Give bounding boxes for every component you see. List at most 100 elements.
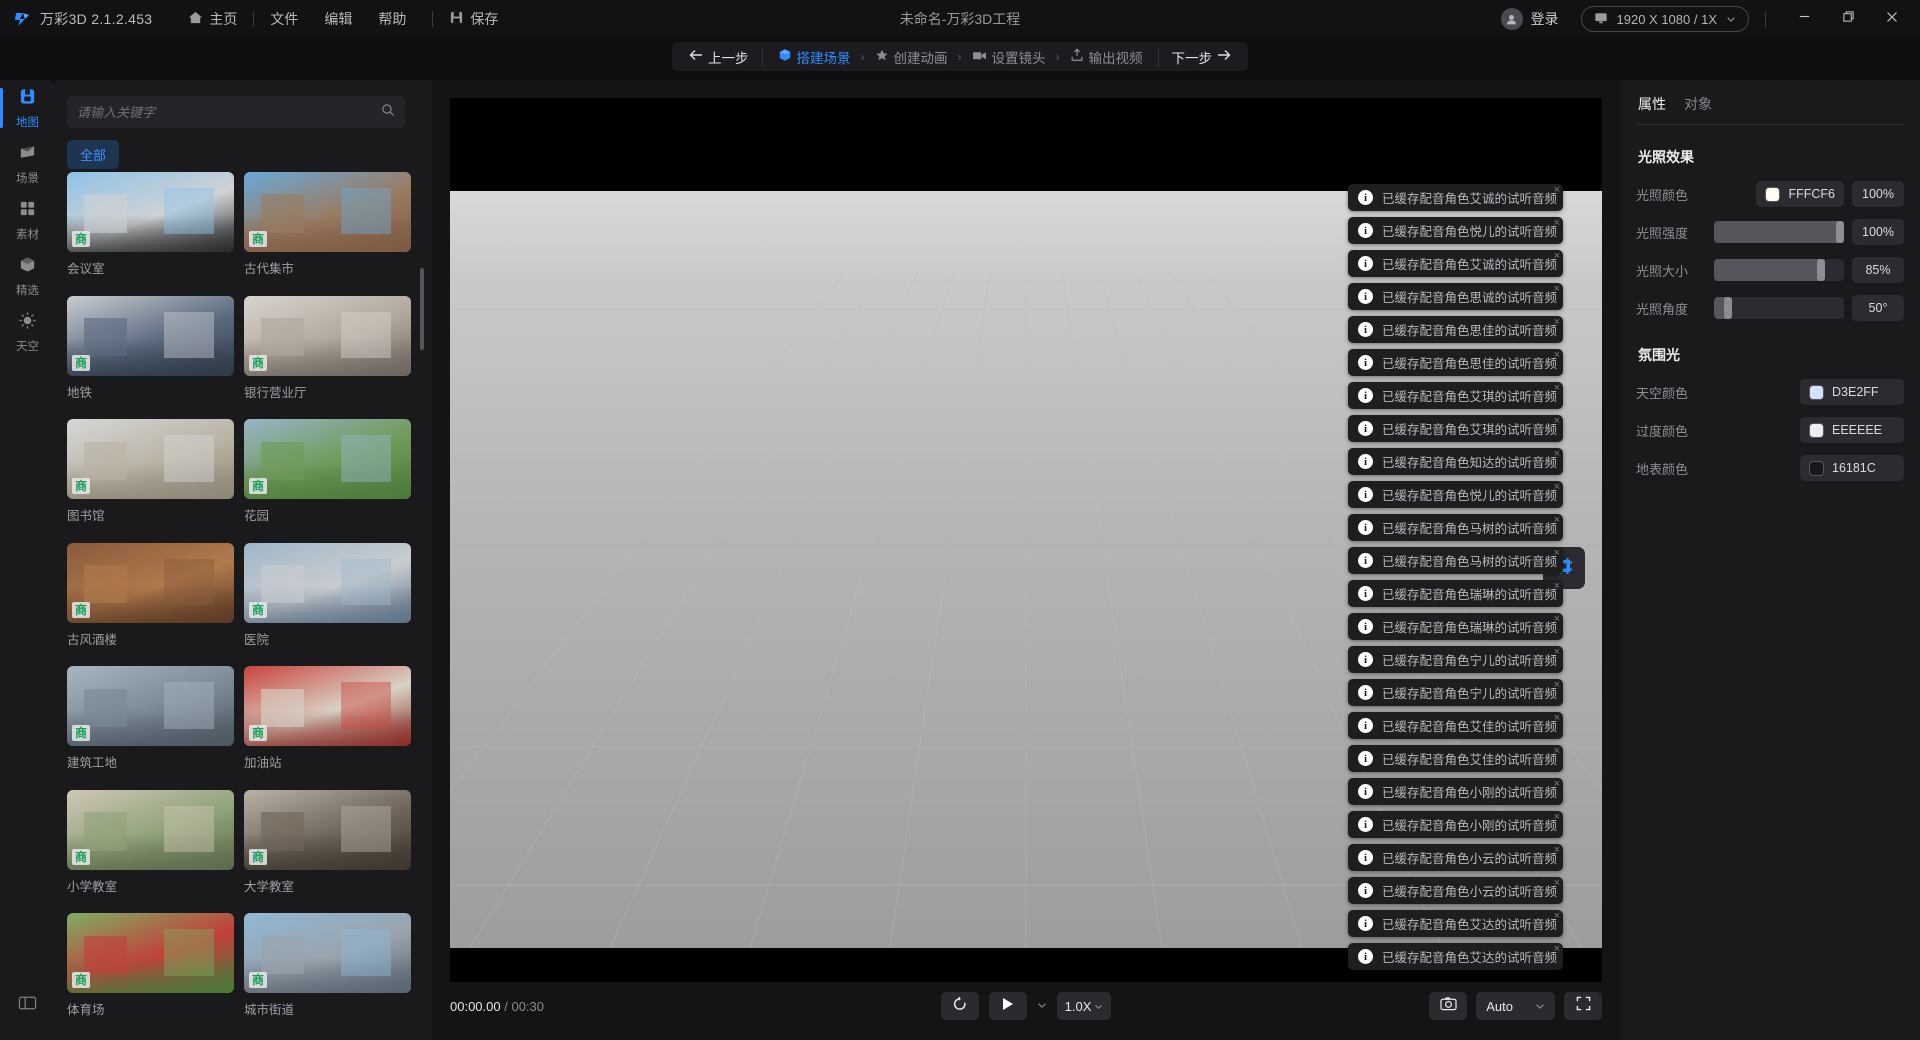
sidebar-item-map[interactable]: 地图 — [0, 80, 55, 136]
asset-tile[interactable]: 商花园 — [244, 419, 411, 534]
toast-close-icon[interactable]: × — [1554, 811, 1560, 823]
menu-file[interactable]: 文件 — [270, 9, 298, 29]
property-value[interactable]: 100% — [1852, 181, 1904, 207]
toast-close-icon[interactable]: × — [1554, 877, 1560, 889]
tab-properties[interactable]: 属性 — [1638, 94, 1666, 124]
property-slider[interactable] — [1714, 259, 1844, 281]
toast-notification[interactable]: i 已缓存配音角色瑞琳的试听音频 × — [1348, 613, 1563, 640]
asset-thumbnail[interactable]: 商 — [244, 789, 411, 870]
screenshot-button[interactable] — [1429, 992, 1468, 1020]
color-picker-field[interactable]: EEEEEE — [1800, 417, 1904, 443]
asset-thumbnail[interactable]: 商 — [67, 542, 234, 623]
color-picker-field[interactable]: FFFCF6 — [1756, 181, 1844, 207]
quality-selector[interactable]: Auto — [1476, 992, 1555, 1020]
toast-notification[interactable]: i 已缓存配音角色小云的试听音频 × — [1348, 844, 1563, 871]
login-button[interactable]: 登录 — [1500, 8, 1559, 30]
filter-chip-all[interactable]: 全部 — [67, 140, 120, 169]
asset-tile[interactable]: 商图书馆 — [67, 419, 234, 534]
toast-close-icon[interactable]: × — [1554, 679, 1560, 691]
home-button[interactable]: 主页 — [188, 9, 237, 29]
asset-thumbnail[interactable]: 商 — [67, 666, 234, 747]
toast-notification[interactable]: i 已缓存配音角色艾琪的试听音频 × — [1348, 382, 1563, 409]
menu-edit[interactable]: 编辑 — [324, 9, 352, 29]
toast-notification[interactable]: i 已缓存配音角色小刚的试听音频 × — [1348, 811, 1563, 838]
property-value[interactable]: 85% — [1852, 257, 1904, 283]
asset-tile[interactable]: 商银行营业厅 — [244, 295, 411, 411]
asset-thumbnail[interactable]: 商 — [244, 542, 411, 623]
resolution-selector[interactable]: 1920 X 1080 / 1X — [1580, 6, 1749, 32]
color-picker-field[interactable]: 16181C — [1800, 455, 1904, 481]
asset-thumbnail[interactable]: 商 — [244, 295, 411, 376]
asset-thumbnail[interactable]: 商 — [244, 913, 411, 994]
slider-knob[interactable] — [1836, 221, 1844, 243]
toast-notification[interactable]: i 已缓存配音角色悦儿的试听音频 × — [1348, 217, 1563, 244]
asset-thumbnail[interactable]: 商 — [67, 295, 234, 376]
asset-thumbnail[interactable]: 商 — [67, 789, 234, 870]
toast-close-icon[interactable]: × — [1554, 382, 1560, 394]
asset-thumbnail[interactable]: 商 — [67, 172, 234, 252]
minimize-button[interactable] — [1782, 0, 1826, 38]
asset-tile[interactable]: 商地铁 — [67, 295, 234, 411]
toast-notification[interactable]: i 已缓存配音角色艾琪的试听音频 × — [1348, 415, 1563, 442]
toast-notification[interactable]: i 已缓存配音角色思诚的试听音频 × — [1348, 283, 1563, 310]
property-value[interactable]: 50° — [1852, 295, 1904, 321]
toast-notification[interactable]: i 已缓存配音角色艾诚的试听音频 × — [1348, 184, 1563, 211]
toast-close-icon[interactable]: × — [1554, 844, 1560, 856]
asset-tile[interactable]: 商小学教室 — [67, 789, 234, 905]
toast-notification[interactable]: i 已缓存配音角色艾诚的试听音频 × — [1348, 250, 1563, 277]
toast-close-icon[interactable]: × — [1554, 316, 1560, 328]
toast-notification[interactable]: i 已缓存配音角色艾佳的试听音频 × — [1348, 745, 1563, 772]
fullscreen-button[interactable] — [1564, 992, 1602, 1020]
toast-notification[interactable]: i 已缓存配音角色瑞琳的试听音频 × — [1348, 580, 1563, 607]
toast-notification[interactable]: i 已缓存配音角色知达的试听音频 × — [1348, 448, 1563, 475]
menu-help[interactable]: 帮助 — [378, 9, 406, 29]
asset-thumbnail[interactable]: 商 — [244, 172, 411, 252]
toast-notification[interactable]: i 已缓存配音角色马树的试听音频 × — [1348, 514, 1563, 541]
toast-notification[interactable]: i 已缓存配音角色小刚的试听音频 × — [1348, 778, 1563, 805]
collapse-panel-button[interactable] — [0, 995, 55, 1016]
toast-notification[interactable]: i 已缓存配音角色思佳的试听音频 × — [1348, 316, 1563, 343]
toast-notification[interactable]: i 已缓存配音角色悦儿的试听音频 × — [1348, 481, 1563, 508]
toast-close-icon[interactable]: × — [1554, 217, 1560, 229]
sidebar-item-featured[interactable]: 精选 — [0, 248, 55, 304]
toast-close-icon[interactable]: × — [1554, 745, 1560, 757]
toast-notification[interactable]: i 已缓存配音角色艾达的试听音频 × — [1348, 943, 1563, 970]
toast-close-icon[interactable]: × — [1554, 448, 1560, 460]
asset-tile[interactable]: 商城市街道 — [244, 913, 411, 1028]
toast-close-icon[interactable]: × — [1554, 547, 1560, 559]
loop-button[interactable] — [940, 992, 979, 1020]
toast-notification[interactable]: i 已缓存配音角色思佳的试听音频 × — [1348, 349, 1563, 376]
slider-knob[interactable] — [1816, 259, 1825, 281]
property-slider[interactable] — [1714, 297, 1844, 319]
search-box[interactable] — [67, 96, 405, 128]
play-options-chevron-down-icon[interactable] — [1037, 997, 1047, 1015]
asset-thumbnail[interactable]: 商 — [244, 666, 411, 747]
search-icon[interactable] — [381, 103, 395, 122]
toast-notification[interactable]: i 已缓存配音角色艾达的试听音频 × — [1348, 910, 1563, 937]
toast-notification[interactable]: i 已缓存配音角色宁儿的试听音频 × — [1348, 646, 1563, 673]
toast-close-icon[interactable]: × — [1554, 514, 1560, 526]
asset-scrollbar-thumb[interactable] — [420, 268, 424, 350]
property-slider[interactable] — [1714, 221, 1844, 243]
toast-close-icon[interactable]: × — [1554, 712, 1560, 724]
asset-tile[interactable]: 商会议室 — [67, 172, 234, 287]
toast-close-icon[interactable]: × — [1554, 481, 1560, 493]
step-export-video[interactable]: 输出视频 — [1063, 47, 1150, 67]
toast-close-icon[interactable]: × — [1554, 910, 1560, 922]
asset-tile[interactable]: 商建筑工地 — [67, 666, 234, 781]
asset-thumbnail[interactable]: 商 — [244, 419, 411, 500]
close-button[interactable] — [1870, 0, 1914, 38]
asset-thumbnail[interactable]: 商 — [67, 419, 234, 500]
tab-objects[interactable]: 对象 — [1684, 94, 1712, 124]
prev-step-button[interactable]: 上一步 — [676, 42, 762, 71]
toast-notification[interactable]: i 已缓存配音角色艾佳的试听音频 × — [1348, 712, 1563, 739]
maximize-button[interactable] — [1826, 0, 1870, 38]
color-picker-field[interactable]: D3E2FF — [1800, 379, 1904, 405]
toast-close-icon[interactable]: × — [1554, 646, 1560, 658]
save-button[interactable]: 保存 — [449, 9, 498, 29]
toast-close-icon[interactable]: × — [1554, 415, 1560, 427]
playback-speed-selector[interactable]: 1.0X — [1056, 992, 1112, 1020]
toast-close-icon[interactable]: × — [1554, 943, 1560, 955]
asset-tile[interactable]: 商大学教室 — [244, 789, 411, 905]
toast-notification[interactable]: i 已缓存配音角色小云的试听音频 × — [1348, 877, 1563, 904]
